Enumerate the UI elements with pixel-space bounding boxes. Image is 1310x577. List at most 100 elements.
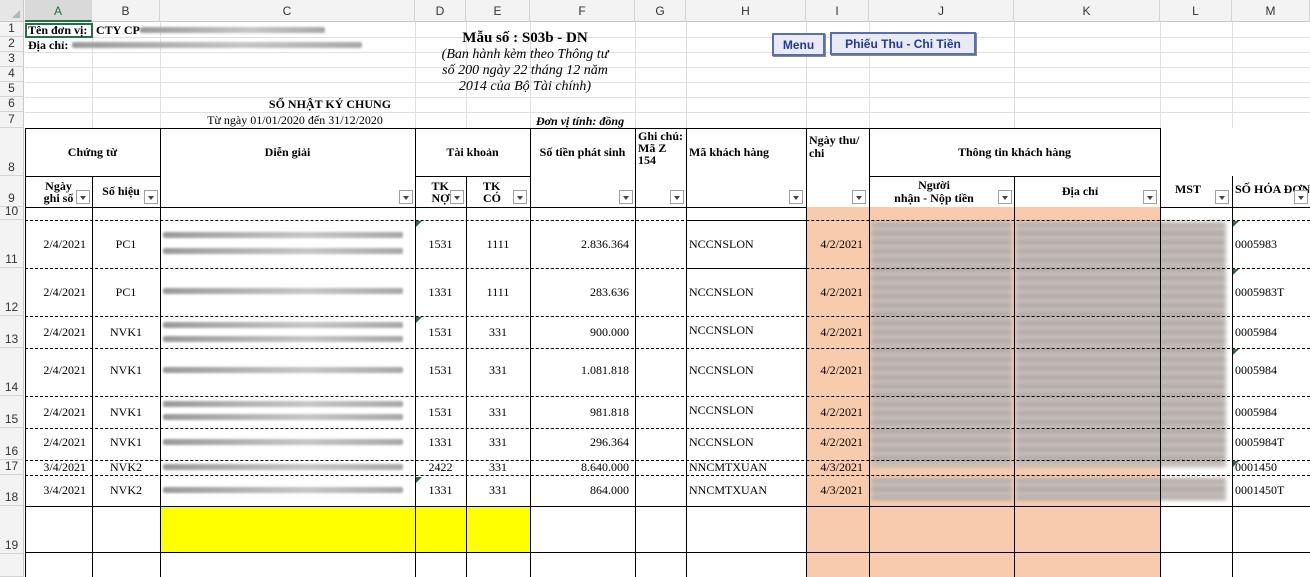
filter-dropdown-customer-code[interactable] <box>789 190 803 204</box>
entry-customer-code[interactable]: NCCNSLON <box>686 428 806 456</box>
filter-dropdown-tax-code[interactable] <box>1215 190 1229 204</box>
entry-number[interactable]: NVK1 <box>92 316 160 348</box>
entry-customer-code[interactable]: NCCNSLON <box>686 316 806 344</box>
entry-credit[interactable]: 331 <box>466 316 530 348</box>
entry-amount[interactable]: 981.818 <box>530 396 635 428</box>
row-header-10[interactable]: 10 <box>0 204 24 220</box>
entry-debit[interactable]: 1531 <box>415 316 466 348</box>
entry-amount[interactable]: 1.081.818 <box>530 348 635 396</box>
entry-debit[interactable]: 1531 <box>415 396 466 428</box>
filter-dropdown-amount[interactable] <box>619 190 633 204</box>
entry-number[interactable]: NVK1 <box>92 348 160 396</box>
row-header-8[interactable]: 8 <box>0 128 24 176</box>
filter-dropdown-invoice[interactable] <box>1294 190 1308 204</box>
entry-customer-code[interactable]: NNCMTXUAN <box>686 475 806 506</box>
row-header-17[interactable]: 17 <box>0 459 24 475</box>
entry-amount[interactable]: 2.836.364 <box>530 220 635 268</box>
receipts-payments-button[interactable]: Phiếu Thu - Chi Tiền <box>830 32 976 55</box>
entry-debit[interactable]: 1331 <box>415 428 466 456</box>
column-header-h[interactable]: H <box>686 0 806 22</box>
entry-debit[interactable]: 1331 <box>415 268 466 316</box>
column-header-f[interactable]: F <box>530 0 635 22</box>
entry-invoice[interactable]: 0005984 <box>1232 348 1310 396</box>
row-header-19[interactable]: 19 <box>0 506 24 554</box>
filter-dropdown-description[interactable] <box>399 190 413 204</box>
entry-debit[interactable]: 1331 <box>415 475 466 506</box>
entry-invoice[interactable]: 0005984 <box>1232 396 1310 428</box>
yellow-input-range[interactable] <box>160 506 530 552</box>
entry-customer-code[interactable]: NCCNSLON <box>686 268 806 316</box>
filter-dropdown-payer[interactable] <box>998 190 1012 204</box>
entry-invoice[interactable]: 0001450 <box>1232 460 1310 475</box>
row-header-7[interactable]: 7 <box>0 112 24 128</box>
entry-pay-date[interactable]: 4/2/2021 <box>806 220 869 268</box>
entry-credit[interactable]: 331 <box>466 460 530 475</box>
entry-pay-date[interactable]: 4/3/2021 <box>806 475 869 506</box>
entry-number[interactable]: NVK1 <box>92 396 160 428</box>
select-all-corner[interactable] <box>0 0 24 22</box>
entry-credit[interactable]: 331 <box>466 475 530 506</box>
row-header-9[interactable]: 9 <box>0 176 24 207</box>
entry-pay-date[interactable]: 4/2/2021 <box>806 348 869 396</box>
entry-number[interactable]: PC1 <box>92 220 160 268</box>
column-header-m[interactable]: M <box>1232 0 1310 22</box>
column-header-e[interactable]: E <box>466 0 530 22</box>
menu-button[interactable]: Menu <box>772 33 825 56</box>
row-header-11[interactable]: 11 <box>0 220 24 268</box>
entry-invoice[interactable]: 0005983T <box>1232 268 1310 316</box>
entry-credit[interactable]: 331 <box>466 348 530 396</box>
column-header-c[interactable]: C <box>160 0 415 22</box>
column-header-a[interactable]: A <box>25 0 92 22</box>
filter-dropdown-number[interactable] <box>144 190 158 204</box>
column-header-l[interactable]: L <box>1160 0 1232 22</box>
entry-date[interactable]: 2/4/2021 <box>25 316 92 348</box>
entry-pay-date[interactable]: 4/2/2021 <box>806 268 869 316</box>
row-header-20[interactable] <box>0 554 24 577</box>
column-header-g[interactable]: G <box>635 0 686 22</box>
row-header-12[interactable]: 12 <box>0 268 24 316</box>
filter-dropdown-address[interactable] <box>1143 190 1157 204</box>
entry-amount[interactable]: 864.000 <box>530 475 635 506</box>
entry-amount[interactable]: 900.000 <box>530 316 635 348</box>
entry-invoice[interactable]: 0005984 <box>1232 316 1310 348</box>
entry-invoice[interactable]: 0005983 <box>1232 220 1310 268</box>
column-header-d[interactable]: D <box>415 0 466 22</box>
entry-number[interactable]: PC1 <box>92 268 160 316</box>
row-header-16[interactable]: 16 <box>0 428 24 460</box>
row-header-18[interactable]: 18 <box>0 475 24 506</box>
entry-pay-date[interactable]: 4/2/2021 <box>806 428 869 456</box>
entry-date[interactable]: 2/4/2021 <box>25 268 92 316</box>
entry-credit[interactable]: 1111 <box>466 220 530 268</box>
filter-dropdown-pay-date[interactable] <box>852 190 866 204</box>
entry-credit[interactable]: 1111 <box>466 268 530 316</box>
entry-credit[interactable]: 331 <box>466 396 530 428</box>
entry-debit[interactable]: 1531 <box>415 220 466 268</box>
entry-date[interactable]: 3/4/2021 <box>25 460 92 475</box>
entry-customer-code[interactable]: NCCNSLON <box>686 396 806 424</box>
entry-invoice[interactable]: 0001450T <box>1232 475 1310 506</box>
row-header-1[interactable]: 1 <box>0 21 24 37</box>
filter-dropdown-note[interactable] <box>670 190 684 204</box>
entry-customer-code[interactable]: NNCMTXUAN <box>686 460 806 475</box>
row-header-14[interactable]: 14 <box>0 348 24 396</box>
entry-pay-date[interactable]: 4/2/2021 <box>806 316 869 348</box>
row-header-3[interactable]: 3 <box>0 51 24 67</box>
entry-date[interactable]: 2/4/2021 <box>25 396 92 428</box>
entry-pay-date[interactable]: 4/3/2021 <box>806 460 869 475</box>
row-header-6[interactable]: 6 <box>0 96 24 112</box>
entry-amount[interactable]: 8.640.000 <box>530 460 635 475</box>
column-header-k[interactable]: K <box>1014 0 1160 22</box>
entry-credit[interactable]: 331 <box>466 428 530 456</box>
entry-date[interactable]: 2/4/2021 <box>25 428 92 456</box>
entry-number[interactable]: NVK2 <box>92 460 160 475</box>
entry-amount[interactable]: 296.364 <box>530 428 635 456</box>
entry-customer-code[interactable]: NCCNSLON <box>686 220 806 268</box>
filter-dropdown-date[interactable] <box>76 190 90 204</box>
column-header-i[interactable]: I <box>806 0 869 22</box>
entry-debit[interactable]: 2422 <box>415 460 466 475</box>
entry-debit[interactable]: 1531 <box>415 348 466 396</box>
entry-date[interactable]: 2/4/2021 <box>25 348 92 396</box>
entry-number[interactable]: NVK2 <box>92 475 160 506</box>
entry-number[interactable]: NVK1 <box>92 428 160 456</box>
entry-customer-code[interactable]: NCCNSLON <box>686 348 806 396</box>
